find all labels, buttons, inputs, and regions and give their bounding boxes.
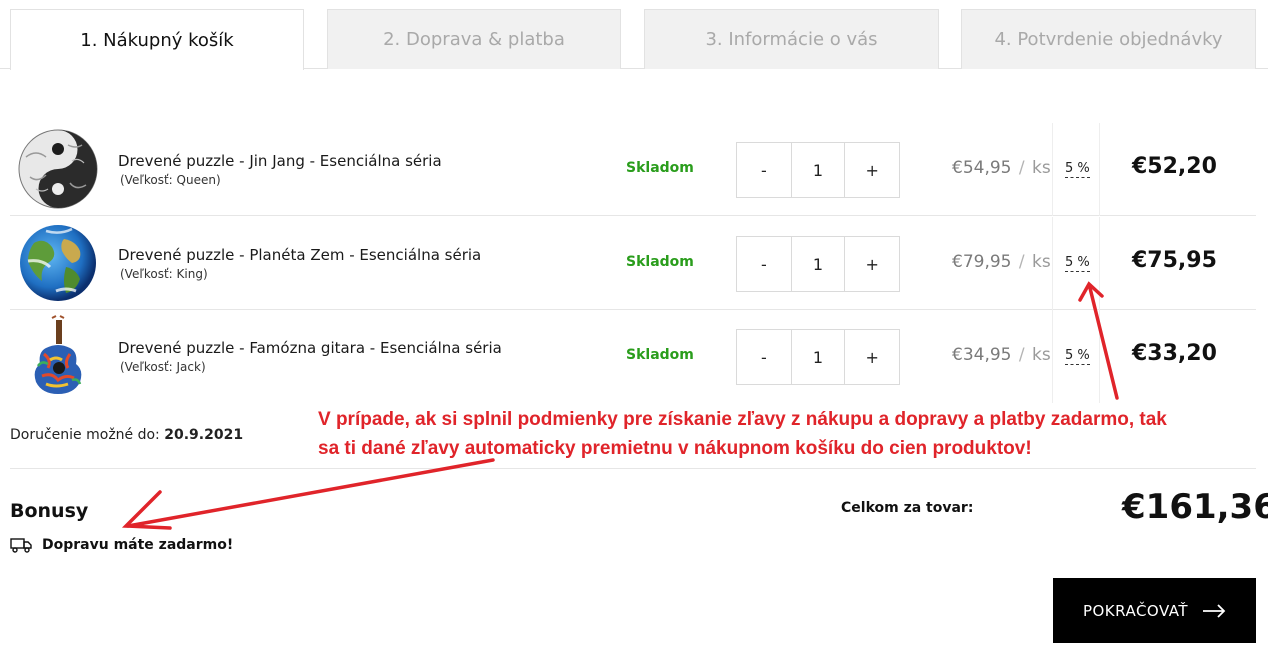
- bonus-title: Bonusy: [10, 500, 89, 522]
- subtotal-value: €161,36: [1122, 487, 1268, 527]
- subtotal-label: Celkom za tovar:: [841, 500, 974, 516]
- quantity-input[interactable]: 1: [790, 237, 846, 291]
- unit-separator: /: [1018, 158, 1025, 178]
- quantity-decrease-button[interactable]: -: [737, 330, 791, 384]
- truck-icon: [10, 538, 32, 553]
- unit-price-value: €34,95: [952, 345, 1012, 365]
- product-variant: (Veľkosť: King): [120, 267, 208, 281]
- divider: [1099, 123, 1100, 216]
- quantity-increase-button[interactable]: +: [845, 237, 900, 291]
- tab-shopping-cart[interactable]: 1. Nákupný košík: [10, 9, 304, 70]
- unit-label: ks: [1032, 345, 1051, 365]
- free-shipping-bonus: Dopravu máte zadarmo!: [10, 537, 233, 553]
- product-image[interactable]: [16, 314, 100, 398]
- delivery-date-value: 20.9.2021: [164, 427, 244, 443]
- unit-price-value: €54,95: [952, 158, 1012, 178]
- tab-customer-info[interactable]: 3. Informácie o vás: [644, 9, 939, 69]
- unit-price-value: €79,95: [952, 252, 1012, 272]
- tab-shipping-payment[interactable]: 2. Doprava & platba: [327, 9, 621, 69]
- unit-price: €79,95 / ks: [952, 252, 1051, 272]
- continue-button[interactable]: POKRAČOVAŤ: [1053, 578, 1256, 643]
- quantity-increase-button[interactable]: +: [845, 143, 900, 197]
- discount-badge[interactable]: 5 %: [1065, 348, 1090, 365]
- line-total: €75,95: [1132, 248, 1217, 273]
- stock-status: Skladom: [626, 347, 694, 363]
- delivery-date: Doručenie možné do: 20.9.2021: [10, 427, 243, 443]
- annotation-note: V prípade, ak si splnil podmienky pre zí…: [318, 405, 1218, 463]
- unit-label: ks: [1032, 252, 1051, 272]
- product-variant: (Veľkosť: Queen): [120, 173, 221, 187]
- unit-separator: /: [1018, 252, 1025, 272]
- product-name[interactable]: Drevené puzzle - Famózna gitara - Esenci…: [118, 339, 502, 357]
- divider: [10, 468, 1256, 469]
- quantity-input[interactable]: 1: [790, 330, 846, 384]
- annotation-arrow: [126, 458, 495, 528]
- unit-price: €54,95 / ks: [952, 158, 1051, 178]
- quantity-stepper: - 1 +: [736, 142, 900, 198]
- divider: [1052, 217, 1053, 310]
- line-total: €33,20: [1132, 341, 1217, 366]
- stock-status: Skladom: [626, 160, 694, 176]
- earth-puzzle-icon: [20, 225, 96, 301]
- quantity-stepper: - 1 +: [736, 236, 900, 292]
- discount-badge[interactable]: 5 %: [1065, 161, 1090, 178]
- quantity-stepper: - 1 +: [736, 329, 900, 385]
- cart-item-row: Drevené puzzle - Planéta Zem - Esenciáln…: [10, 217, 1256, 310]
- annotation-line: V prípade, ak si splnil podmienky pre zí…: [318, 409, 1167, 430]
- unit-label: ks: [1032, 158, 1051, 178]
- quantity-increase-button[interactable]: +: [845, 330, 900, 384]
- guitar-puzzle-icon: [34, 315, 82, 394]
- cart-item-row: Drevené puzzle - Jin Jang - Esenciálna s…: [10, 123, 1256, 216]
- unit-separator: /: [1018, 345, 1025, 365]
- product-image[interactable]: [16, 127, 100, 211]
- product-name[interactable]: Drevené puzzle - Jin Jang - Esenciálna s…: [118, 152, 442, 170]
- quantity-input[interactable]: 1: [790, 143, 846, 197]
- divider: [1099, 217, 1100, 310]
- unit-price: €34,95 / ks: [952, 345, 1051, 365]
- product-image[interactable]: [16, 221, 100, 305]
- divider: [1099, 310, 1100, 403]
- divider: [1052, 310, 1053, 403]
- line-total: €52,20: [1132, 154, 1217, 179]
- product-variant: (Veľkosť: Jack): [120, 360, 206, 374]
- free-shipping-text: Dopravu máte zadarmo!: [42, 537, 234, 553]
- yin-yang-puzzle-icon: [18, 129, 98, 209]
- delivery-label: Doručenie možné do:: [10, 427, 160, 443]
- checkout-steps: 1. Nákupný košík 2. Doprava & platba 3. …: [0, 0, 1268, 70]
- continue-button-label: POKRAČOVAŤ: [1082, 601, 1189, 620]
- product-name[interactable]: Drevené puzzle - Planéta Zem - Esenciáln…: [118, 246, 481, 264]
- discount-badge[interactable]: 5 %: [1065, 255, 1090, 272]
- quantity-decrease-button[interactable]: -: [737, 237, 791, 291]
- stock-status: Skladom: [626, 254, 694, 270]
- annotation-arrowhead: [121, 490, 172, 530]
- divider: [1052, 123, 1053, 216]
- arrow-right-icon: [1203, 603, 1226, 618]
- annotation-line: sa ti dané zľavy automaticky premietnu v…: [318, 438, 1032, 459]
- quantity-decrease-button[interactable]: -: [737, 143, 791, 197]
- cart-item-row: Drevené puzzle - Famózna gitara - Esenci…: [10, 310, 1256, 403]
- tab-order-confirmation[interactable]: 4. Potvrdenie objednávky: [961, 9, 1256, 69]
